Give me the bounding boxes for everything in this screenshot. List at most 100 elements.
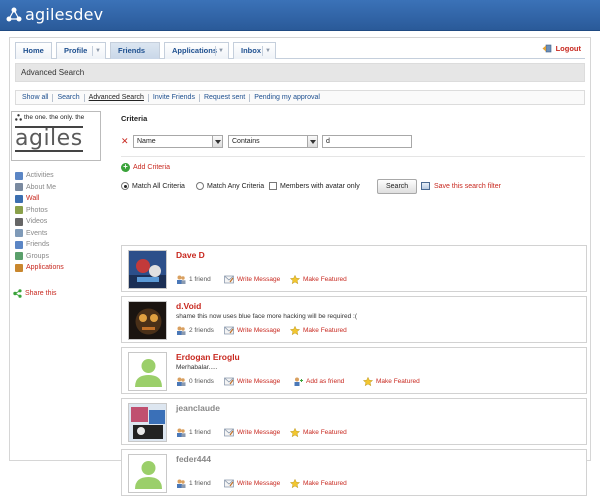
- divider: [121, 156, 585, 157]
- sidebar-item-applications[interactable]: Applications: [15, 262, 101, 274]
- make-featured-link[interactable]: Make Featured: [290, 326, 347, 335]
- sidebar-item-videos[interactable]: Videos: [15, 216, 101, 228]
- sidebar-item-activities[interactable]: Activities: [15, 170, 101, 182]
- member-name-link[interactable]: d.Void: [176, 301, 201, 311]
- write-message-link-label: Write Message: [237, 378, 281, 385]
- member-name-link[interactable]: Erdogan Eroglu: [176, 352, 240, 362]
- sidebar-item-label: Groups: [26, 252, 49, 260]
- friend-count-link-label: 1 friend: [189, 429, 211, 436]
- sidebar-item-photos[interactable]: Photos: [15, 205, 101, 217]
- write-message-link-label: Write Message: [237, 276, 281, 283]
- write-message-link-label: Write Message: [237, 327, 281, 334]
- logout-link[interactable]: Logout: [542, 44, 581, 53]
- write-message-link[interactable]: Write Message: [224, 428, 280, 437]
- brand-logo[interactable]: agilesdev: [6, 5, 103, 24]
- share-label: Share this: [25, 290, 57, 297]
- friends-icon: [176, 428, 189, 437]
- avatar-only-option[interactable]: Members with avatar only: [269, 182, 360, 190]
- write-message-link[interactable]: Write Message: [224, 275, 280, 284]
- share-this-link[interactable]: Share this: [13, 289, 57, 298]
- match-any-radio[interactable]: [196, 182, 204, 190]
- tab-profile[interactable]: Profile ▼: [56, 42, 106, 59]
- save-filter-icon: [421, 182, 430, 190]
- search-button[interactable]: Search: [377, 179, 418, 194]
- member-avatar[interactable]: [128, 454, 167, 493]
- subnav-search[interactable]: Search: [53, 93, 85, 102]
- add-friend-link[interactable]: Add as friend: [293, 377, 344, 386]
- avatar-only-checkbox[interactable]: [269, 182, 277, 190]
- add-friend-icon: [293, 377, 306, 386]
- tab-inbox[interactable]: Inbox ▼: [233, 42, 276, 59]
- make-featured-link-label: Make Featured: [303, 276, 347, 283]
- tab-separator: [215, 46, 216, 56]
- sidebar-item-groups[interactable]: Groups: [15, 251, 101, 263]
- avatar-only-label: Members with avatar only: [280, 182, 360, 190]
- sidebar-item-wall[interactable]: Wall: [15, 193, 101, 205]
- member-avatar[interactable]: [128, 301, 167, 340]
- page-title: Advanced Search: [21, 68, 85, 77]
- make-featured-link[interactable]: Make Featured: [290, 428, 347, 437]
- chevron-down-icon[interactable]: [307, 136, 317, 147]
- criteria-field-select[interactable]: Name: [133, 135, 223, 148]
- subnav-advanced-search[interactable]: Advanced Search: [85, 93, 149, 102]
- friend-count-link[interactable]: 1 friend: [176, 275, 211, 284]
- sidebar-item-label: Videos: [26, 218, 48, 226]
- write-message-link[interactable]: Write Message: [224, 479, 280, 488]
- criteria-condition-select[interactable]: Contains: [228, 135, 318, 148]
- star-icon: [363, 377, 376, 386]
- sidebar-item-events[interactable]: Events: [15, 228, 101, 240]
- member-avatar[interactable]: [128, 250, 167, 289]
- member-avatar[interactable]: [128, 403, 167, 442]
- sidebar-item-friends[interactable]: Friends: [15, 239, 101, 251]
- add-icon: +: [121, 163, 130, 172]
- match-all-label: Match All Criteria: [132, 182, 185, 190]
- subnav-request-sent[interactable]: Request sent: [200, 93, 251, 102]
- make-featured-link[interactable]: Make Featured: [363, 377, 420, 386]
- friend-count-link[interactable]: 0 friends: [176, 377, 214, 386]
- subnav-invite-friends[interactable]: Invite Friends: [149, 93, 200, 102]
- write-message-link[interactable]: Write Message: [224, 326, 280, 335]
- member-name-link[interactable]: Dave D: [176, 250, 205, 260]
- match-all-option[interactable]: Match All Criteria: [121, 182, 185, 190]
- result-card: jeanclaude 1 friend Write Message Make Feat…: [121, 398, 587, 445]
- tab-applications[interactable]: Applications ▼: [164, 42, 229, 59]
- friend-count-link[interactable]: 1 friend: [176, 428, 211, 437]
- chevron-down-icon[interactable]: ▼: [95, 43, 101, 59]
- tab-home[interactable]: Home: [15, 42, 52, 59]
- make-featured-link[interactable]: Make Featured: [290, 479, 347, 488]
- make-featured-link[interactable]: Make Featured: [290, 275, 347, 284]
- make-featured-link-label: Make Featured: [376, 378, 420, 385]
- logout-icon: [542, 44, 551, 53]
- tab-friends[interactable]: Friends: [110, 42, 160, 59]
- sidebar-item-about-me[interactable]: About Me: [15, 182, 101, 194]
- avatar-word: agiles: [15, 126, 83, 152]
- write-message-link[interactable]: Write Message: [224, 377, 280, 386]
- friends-icon: [176, 275, 189, 284]
- save-filter-link[interactable]: Save this search filter: [421, 182, 501, 190]
- write-message-icon: [224, 326, 237, 335]
- remove-criteria-icon[interactable]: ✕: [121, 136, 129, 147]
- friend-count-link[interactable]: 2 friends: [176, 326, 214, 335]
- write-message-link-label: Write Message: [237, 480, 281, 487]
- chevron-down-icon[interactable]: [212, 136, 222, 147]
- profile-avatar[interactable]: the one. the only. the agiles: [11, 111, 101, 161]
- logo-mark-icon: [6, 7, 22, 23]
- criteria-value-input[interactable]: d: [322, 135, 412, 148]
- member-name-link[interactable]: feder444: [176, 454, 211, 464]
- add-criteria-link[interactable]: + Add Criteria: [121, 163, 170, 172]
- sidebar-item-label: Applications: [26, 264, 64, 272]
- match-any-option[interactable]: Match Any Criteria: [196, 182, 264, 190]
- member-name-link[interactable]: jeanclaude: [176, 403, 220, 413]
- match-any-label: Match Any Criteria: [207, 182, 265, 190]
- member-avatar[interactable]: [128, 352, 167, 391]
- chevron-down-icon[interactable]: ▼: [265, 43, 271, 59]
- sidebar-menu: Activities About Me Wall Photos Videos Events…: [15, 170, 101, 274]
- friend-count-link[interactable]: 1 friend: [176, 479, 211, 488]
- make-featured-link-label: Make Featured: [303, 480, 347, 487]
- sidebar-item-label: Photos: [26, 206, 48, 214]
- subnav-pending-approval[interactable]: Pending my approval: [250, 94, 324, 102]
- subnav-show-all[interactable]: Show all: [18, 93, 54, 102]
- match-all-radio[interactable]: [121, 182, 129, 190]
- chevron-down-icon[interactable]: ▼: [218, 43, 224, 59]
- wall-icon: [15, 194, 23, 203]
